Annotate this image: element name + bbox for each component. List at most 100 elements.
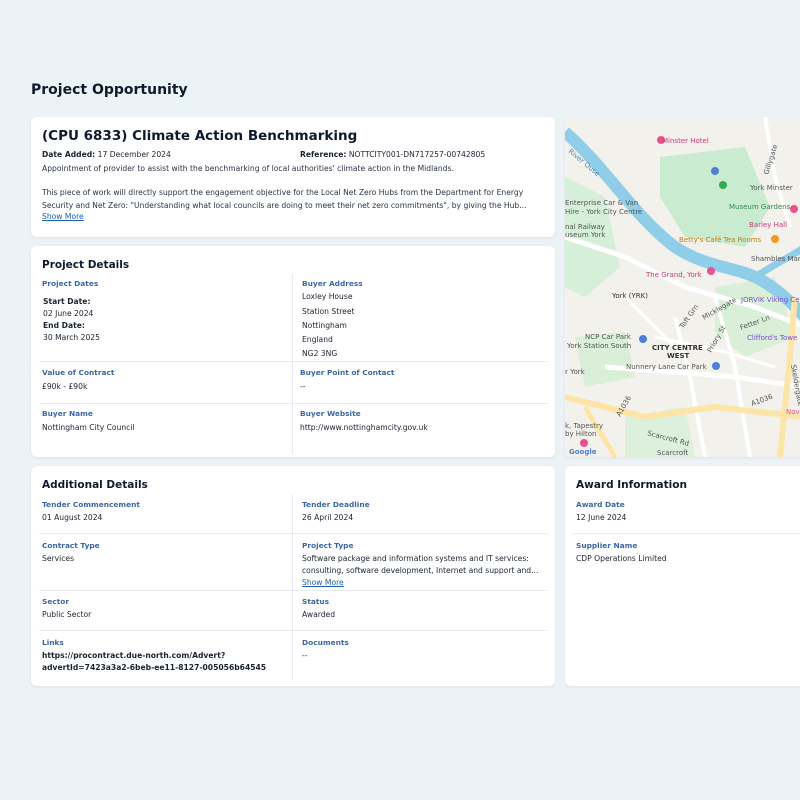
map-label-railway-museum: nal Railway — [565, 223, 605, 231]
map-label-bettys: Betty's Café Tea Rooms — [679, 236, 762, 244]
map-label-york-fragment: r York — [565, 368, 586, 376]
page-title: Project Opportunity — [31, 82, 188, 98]
additional-row-divider — [39, 590, 547, 591]
links-label: Links — [42, 638, 64, 647]
map-label-enterprise: Hire - York City Centre — [565, 208, 642, 216]
map-label-grand-york: The Grand, York — [645, 271, 703, 279]
grand-york-pin-icon[interactable] — [707, 267, 715, 275]
sector-label: Sector — [42, 597, 69, 606]
tender-link[interactable]: https://procontract.due-north.com/Advert… — [42, 650, 225, 662]
map-label-city-centre: CITY CENTRE — [652, 344, 703, 352]
google-logo: Google — [569, 448, 597, 456]
map-label-hilton: k, Tapestry — [565, 422, 603, 430]
bettys-pin-icon[interactable] — [771, 235, 779, 243]
museum-gardens-pin-icon[interactable] — [719, 181, 727, 189]
end-date-value: 30 March 2025 — [43, 333, 100, 342]
barley-hall-pin-icon[interactable] — [790, 205, 798, 213]
map-label-nunnery-lane: Nunnery Lane Car Park — [626, 363, 708, 371]
description-show-more-link[interactable]: Show More — [42, 212, 84, 221]
map-label-york-station: York (YRK) — [611, 292, 648, 300]
tender-deadline-value: 26 April 2024 — [302, 513, 354, 522]
map-label-railway-museum: useum York — [565, 231, 606, 239]
buyer-contact-value: -- — [300, 382, 306, 391]
map-label-ncp: NCP Car Park — [585, 333, 632, 341]
project-title: (CPU 6833) Climate Action Benchmarking — [42, 128, 358, 144]
project-details-card: Project Details Project Dates Start Date… — [31, 246, 555, 457]
map-label-museum-gardens: Museum Gardens — [729, 203, 791, 211]
tender-commencement-label: Tender Commencement — [42, 500, 140, 509]
contract-type-value: Services — [42, 554, 75, 563]
map-label-city-centre: WEST — [667, 352, 690, 360]
documents-value: -- — [302, 651, 308, 660]
buyer-address-line: Loxley House — [302, 292, 353, 301]
additional-column-divider — [292, 494, 293, 680]
contract-type-label: Contract Type — [42, 541, 100, 550]
buyer-address-line: Station Street — [302, 307, 355, 316]
project-dates-label: Project Dates — [42, 279, 99, 288]
details-row-divider — [39, 361, 547, 362]
additional-details-card: Additional Details Tender Commencement 0… — [31, 466, 555, 686]
date-added-value: 17 December 2024 — [97, 150, 171, 159]
award-date-label: Award Date — [576, 500, 625, 509]
hilton-pin-icon[interactable] — [580, 439, 588, 447]
buyer-website-link[interactable]: http://www.nottinghamcity.gov.uk — [300, 422, 428, 434]
project-type-value: consulting, software development, Intern… — [302, 566, 539, 575]
date-added-label: Date Added: — [42, 150, 96, 159]
start-date-label: Start Date: — [43, 297, 91, 306]
details-row-divider — [39, 403, 547, 404]
buyer-name-value: Nottingham City Council — [42, 423, 135, 432]
project-type-value: Software package and information systems… — [302, 554, 529, 563]
map-label-scarcroft: Scarcroft — [657, 449, 689, 457]
map-label-hilton: by Hilton — [565, 430, 596, 438]
map-label-shambles: Shambles Mar — [751, 255, 800, 263]
map-label-ncp: York Station South — [566, 342, 631, 350]
details-column-divider — [292, 274, 293, 454]
status-value: Awarded — [302, 610, 336, 619]
tender-commencement-value: 01 August 2024 — [42, 513, 103, 522]
map-label-cliffords-tower: Clifford's Towe — [747, 334, 797, 342]
location-map[interactable]: Minster Hotel Gillygate Enterprise Car &… — [565, 117, 800, 457]
buyer-name-label: Buyer Name — [42, 409, 93, 418]
project-type-show-more-link[interactable]: Show More — [302, 578, 344, 587]
end-date-label: End Date: — [43, 321, 85, 330]
map-label-jorvik: JORVIK Viking Ce — [740, 296, 800, 304]
map-card[interactable]: Minster Hotel Gillygate Enterprise Car &… — [565, 117, 800, 457]
documents-label: Documents — [302, 638, 349, 647]
nunnery-lane-parking-pin-icon[interactable] — [712, 362, 720, 370]
reference-label: Reference: — [300, 150, 347, 159]
additional-details-title: Additional Details — [42, 479, 148, 491]
buyer-address-line: NG2 3NG — [302, 349, 338, 358]
buyer-address-label: Buyer Address — [302, 279, 363, 288]
map-label-york-minster: York Minster — [749, 184, 793, 192]
additional-row-divider — [39, 630, 547, 631]
map-label-barley-hall: Barley Hall — [749, 221, 787, 229]
map-label-enterprise: Enterprise Car & Van — [565, 199, 638, 207]
supplier-name-value: CDP Operations Limited — [576, 554, 667, 563]
award-information-card: Award Information Award Date 12 June 202… — [565, 466, 800, 686]
award-date-value: 12 June 2024 — [576, 513, 627, 522]
status-label: Status — [302, 597, 330, 606]
award-row-divider — [573, 533, 800, 534]
buyer-website-label: Buyer Website — [300, 409, 361, 418]
project-type-label: Project Type — [302, 541, 354, 550]
project-description-body: This piece of work will directly support… — [42, 188, 527, 210]
map-label-minster-hotel: Minster Hotel — [662, 137, 709, 145]
date-added: Date Added: 17 December 2024 — [42, 150, 171, 159]
award-information-title: Award Information — [576, 479, 687, 491]
project-overview-card: (CPU 6833) Climate Action Benchmarking D… — [31, 117, 555, 237]
reference-value: NOTTCITY001-DN717257-00742805 — [348, 150, 486, 159]
tender-deadline-label: Tender Deadline — [302, 500, 370, 509]
value-of-contract: £90k - £90k — [42, 382, 88, 391]
ncp-parking-pin-icon[interactable] — [639, 335, 647, 343]
project-description-summary: Appointment of provider to assist with t… — [42, 164, 454, 173]
supplier-name-label: Supplier Name — [576, 541, 638, 550]
start-date-value: 02 June 2024 — [43, 309, 94, 318]
value-of-contract-label: Value of Contract — [42, 368, 115, 377]
york-minster-pin-icon[interactable] — [711, 167, 719, 175]
tender-link[interactable]: advertId=7423a3a2-6beb-ee11-8127-005056b… — [42, 662, 266, 674]
buyer-address-line: England — [302, 335, 333, 344]
buyer-address-line: Nottingham — [302, 321, 347, 330]
sector-value: Public Sector — [42, 610, 92, 619]
project-details-title: Project Details — [42, 259, 130, 271]
reference: Reference: NOTTCITY001-DN717257-00742805 — [300, 150, 485, 159]
